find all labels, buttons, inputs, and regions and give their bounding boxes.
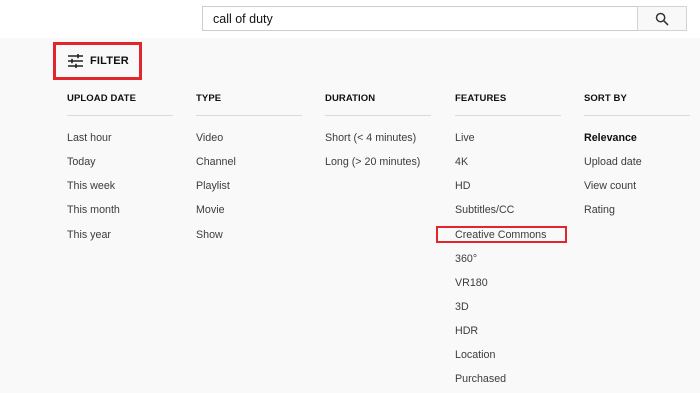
filter-option-hdr[interactable]: HDR [455, 324, 478, 338]
filter-option-long[interactable]: Long (> 20 minutes) [325, 155, 420, 169]
column-header: FEATURES [455, 93, 507, 104]
column-features: FEATURES [455, 93, 561, 116]
search-button[interactable] [637, 6, 687, 31]
filter-option-location[interactable]: Location [455, 348, 495, 362]
column-duration: DURATION [325, 93, 431, 116]
column-header: DURATION [325, 93, 376, 104]
filter-button[interactable]: FILTER [53, 42, 142, 80]
filter-option-playlist[interactable]: Playlist [196, 179, 230, 193]
filter-option-show[interactable]: Show [196, 228, 223, 242]
sort-option-relevance[interactable]: Relevance [584, 131, 637, 145]
creative-commons-highlight-box [436, 226, 567, 243]
sort-option-view-count[interactable]: View count [584, 179, 636, 193]
filter-option-live[interactable]: Live [455, 131, 475, 145]
column-header: UPLOAD DATE [67, 93, 137, 104]
filter-option-purchased[interactable]: Purchased [455, 372, 506, 386]
filter-option-3d[interactable]: 3D [455, 300, 469, 314]
column-upload-date: UPLOAD DATE [67, 93, 173, 116]
filter-label: FILTER [90, 55, 129, 67]
sort-option-rating[interactable]: Rating [584, 203, 615, 217]
column-divider [67, 115, 173, 116]
column-divider [584, 115, 690, 116]
filter-option-this-week[interactable]: This week [67, 179, 115, 193]
top-bar [0, 0, 700, 38]
column-sort-by: SORT BY [584, 93, 690, 116]
column-header: TYPE [196, 93, 222, 104]
filter-option-this-year[interactable]: This year [67, 228, 111, 242]
filter-option-movie[interactable]: Movie [196, 203, 225, 217]
filter-option-360[interactable]: 360° [455, 252, 477, 266]
filter-option-video[interactable]: Video [196, 131, 223, 145]
filter-option-subtitles-cc[interactable]: Subtitles/CC [455, 203, 514, 217]
column-divider [196, 115, 302, 116]
tune-icon [68, 54, 83, 68]
filter-option-today[interactable]: Today [67, 155, 96, 169]
filter-option-4k[interactable]: 4K [455, 155, 468, 169]
search-input[interactable] [202, 6, 638, 31]
column-header: SORT BY [584, 93, 627, 104]
filter-option-vr180[interactable]: VR180 [455, 276, 488, 290]
sort-option-upload-date[interactable]: Upload date [584, 155, 642, 169]
column-divider [325, 115, 431, 116]
column-type: TYPE [196, 93, 302, 116]
filter-option-channel[interactable]: Channel [196, 155, 236, 169]
column-divider [455, 115, 561, 116]
filter-option-this-month[interactable]: This month [67, 203, 120, 217]
search-icon [655, 12, 669, 25]
filter-option-last-hour[interactable]: Last hour [67, 131, 112, 145]
filter-option-short[interactable]: Short (< 4 minutes) [325, 131, 416, 145]
filter-option-hd[interactable]: HD [455, 179, 470, 193]
